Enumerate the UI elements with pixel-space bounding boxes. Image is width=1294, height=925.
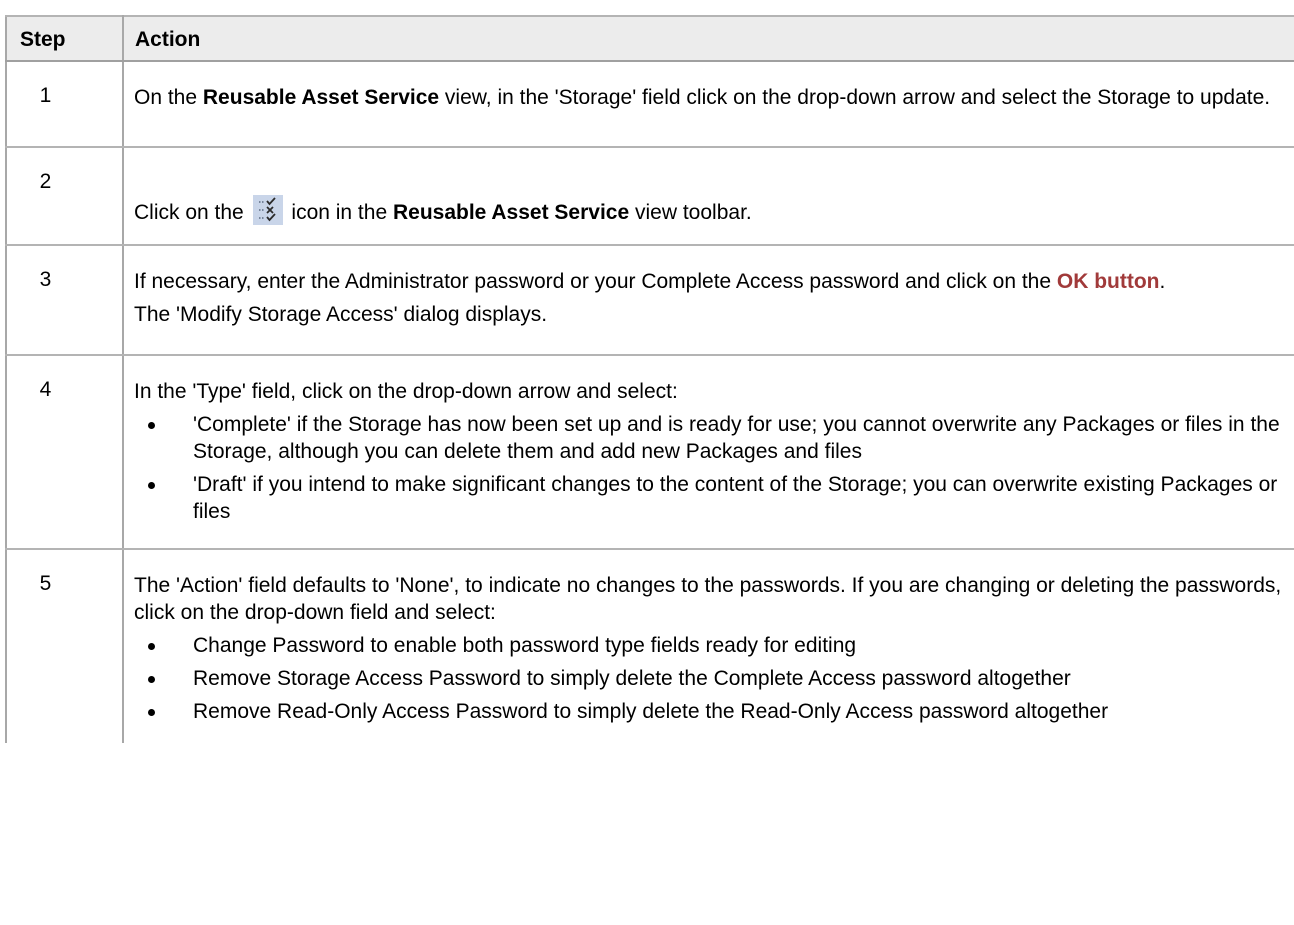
action-paragraph: If necessary, enter the Administrator pa… xyxy=(134,268,1285,295)
option-list: Change Password to enable both password … xyxy=(134,632,1285,725)
step-number: 2 xyxy=(5,146,124,246)
list-item: 'Complete' if the Storage has now been s… xyxy=(134,411,1285,465)
action-paragraph: Click on the icon in the Reusable Asset … xyxy=(134,195,1285,226)
action-intro: The 'Action' field defaults to 'None', t… xyxy=(134,574,1282,624)
step-action: In the 'Type' field, click on the drop-d… xyxy=(122,354,1294,550)
action-paragraph: The 'Modify Storage Access' dialog displ… xyxy=(134,303,548,326)
list-item: Remove Storage Access Password to simply… xyxy=(134,665,1285,692)
bullet-icon xyxy=(148,643,155,650)
list-item: 'Draft' if you intend to make significan… xyxy=(134,471,1285,525)
list-item-text: 'Draft' if you intend to make significan… xyxy=(193,473,1278,523)
table-row: 3 If necessary, enter the Administrator … xyxy=(5,244,1294,356)
header-row: Step Action xyxy=(5,15,1294,62)
table-row: 2 Click on the icon in the Reusable Asse… xyxy=(5,146,1294,246)
list-item-text: Change Password to enable both password … xyxy=(193,634,857,657)
list-item-text: Remove Storage Access Password to simply… xyxy=(193,667,1071,690)
view-name: Reusable Asset Service xyxy=(392,201,630,224)
bullet-icon xyxy=(148,676,155,683)
table-row: 1 On the Reusable Asset Service view, in… xyxy=(5,60,1294,148)
action-text: view toolbar. xyxy=(629,201,752,224)
step-action: The 'Action' field defaults to 'None', t… xyxy=(122,548,1294,743)
list-item-text: 'Complete' if the Storage has now been s… xyxy=(193,413,1280,463)
action-paragraph: On the Reusable Asset Service view, in t… xyxy=(134,84,1285,111)
action-text: icon in the xyxy=(285,201,393,224)
table-row: 5 The 'Action' field defaults to 'None',… xyxy=(5,548,1294,743)
list-item-text: Remove Read-Only Access Password to simp… xyxy=(193,700,1109,723)
step-action: On the Reusable Asset Service view, in t… xyxy=(122,60,1294,148)
action-text: view, in the 'Storage' field click on th… xyxy=(439,86,1271,109)
step-action: Click on the icon in the Reusable Asset … xyxy=(122,146,1294,246)
step-number: 5 xyxy=(5,548,124,743)
column-header-step: Step xyxy=(5,15,124,62)
action-text: . xyxy=(1159,270,1166,293)
list-item: Remove Read-Only Access Password to simp… xyxy=(134,698,1285,725)
column-header-action: Action xyxy=(122,15,1294,62)
bullet-icon xyxy=(148,422,155,429)
action-text: If necessary, enter the Administrator pa… xyxy=(134,270,1057,293)
bullet-icon xyxy=(148,482,155,489)
step-number: 4 xyxy=(5,354,124,550)
list-item: Change Password to enable both password … xyxy=(134,632,1285,659)
view-name: Reusable Asset Service xyxy=(202,86,440,109)
table-header: Step Action xyxy=(5,15,1294,62)
bullet-icon xyxy=(148,709,155,716)
ok-button-reference: OK button xyxy=(1056,270,1160,293)
step-action: If necessary, enter the Administrator pa… xyxy=(122,244,1294,356)
table-row: 4 In the 'Type' field, click on the drop… xyxy=(5,354,1294,550)
action-intro: In the 'Type' field, click on the drop-d… xyxy=(134,380,678,403)
steps-table: Step Action 1 On the Reusable Asset Serv… xyxy=(5,15,1294,743)
option-list: 'Complete' if the Storage has now been s… xyxy=(134,411,1285,525)
action-text: On the xyxy=(134,86,203,109)
storage-access-toolbar-icon xyxy=(252,195,283,225)
step-number: 3 xyxy=(5,244,124,356)
action-text: Click on the xyxy=(134,201,250,224)
step-number: 1 xyxy=(5,60,124,148)
